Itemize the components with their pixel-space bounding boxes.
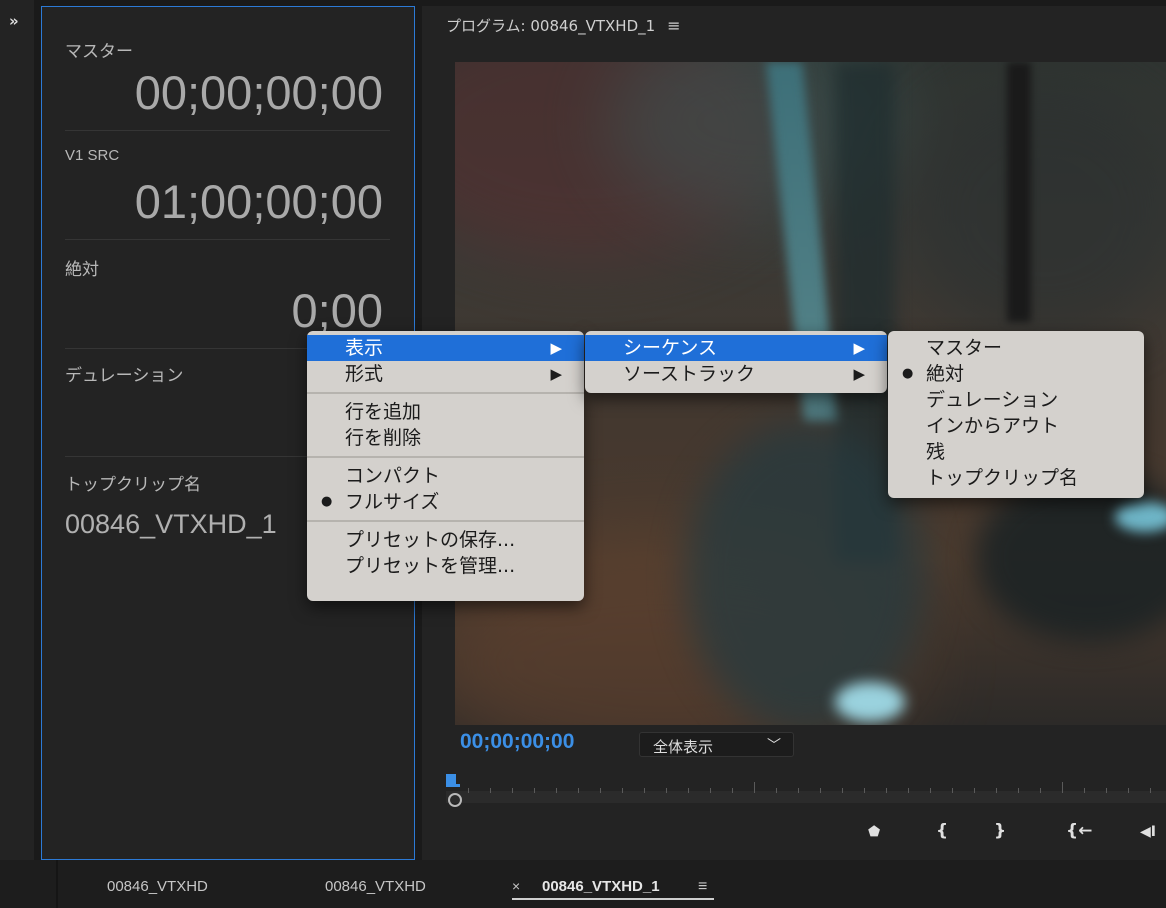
- ruler-track[interactable]: [446, 791, 1166, 803]
- zoom-level-select[interactable]: 全体表示 ﹀: [639, 732, 794, 757]
- playhead-line: [446, 784, 460, 787]
- chevron-down-icon: ﹀: [767, 738, 781, 754]
- menu-item-label: デュレーション: [926, 389, 1059, 411]
- menu-item-save-preset[interactable]: プリセットの保存...: [307, 527, 584, 553]
- menu-item-label: 行を追加: [345, 401, 422, 423]
- tc-divider: [65, 130, 390, 131]
- menu-item-label: インからアウト: [926, 415, 1060, 437]
- menu-item-absolute[interactable]: ● 絶対: [888, 361, 1144, 387]
- left-panel-strip: »: [0, 0, 34, 860]
- menu-item-label: マスター: [926, 337, 1003, 359]
- menu-item-manage-presets[interactable]: プリセットを管理...: [307, 553, 584, 579]
- program-monitor-title[interactable]: プログラム: 00846_VTXHD_1 ≡: [446, 15, 681, 36]
- step-back-icon[interactable]: ◀I: [1140, 824, 1156, 840]
- submenu-arrow-icon: ▶: [550, 365, 562, 383]
- menu-item-delete-row[interactable]: 行を削除: [307, 425, 584, 451]
- display-submenu: シーケンス ▶ ソーストラック ▶: [585, 331, 887, 393]
- submenu-arrow-icon: ▶: [853, 339, 865, 357]
- tc-label-duration: デュレーション: [65, 366, 184, 386]
- menu-item-label: 絶対: [926, 363, 965, 385]
- menu-item-label: 表示: [345, 337, 384, 359]
- tab-sequence-2[interactable]: 00846_VTXHD: [325, 878, 426, 895]
- menu-item-sequence[interactable]: シーケンス ▶: [585, 335, 887, 361]
- menu-item-label: 形式: [345, 363, 384, 385]
- mark-in-icon[interactable]: {: [936, 821, 948, 841]
- tc-value-master: 00;00;00;00: [134, 66, 383, 119]
- menu-item-label: フルサイズ: [345, 491, 440, 513]
- zoom-scroll-knob[interactable]: [448, 793, 462, 807]
- menu-item-label: プリセットの保存...: [345, 529, 516, 551]
- program-title-text: プログラム: 00846_VTXHD_1: [446, 17, 656, 35]
- tc-label-absolute: 絶対: [65, 260, 99, 280]
- menu-item-label: 残: [926, 441, 946, 463]
- expand-panels-icon[interactable]: »: [9, 12, 19, 30]
- menu-item-remaining[interactable]: 残: [888, 439, 1144, 465]
- checked-bullet-icon: ●: [902, 366, 914, 381]
- bottom-tab-bar: 00846_VTXHD 00846_VTXHD × 00846_VTXHD_1 …: [0, 860, 1166, 908]
- panel-menu-icon[interactable]: ≡: [667, 16, 680, 35]
- tc-value-top-clip: 00846_VTXHD_1: [65, 509, 277, 539]
- tc-label-v1-src: V1 SRC: [65, 147, 120, 164]
- tc-divider: [65, 239, 390, 240]
- submenu-arrow-icon: ▶: [550, 339, 562, 357]
- menu-item-master[interactable]: マスター: [888, 335, 1144, 361]
- mark-out-icon[interactable]: }: [994, 821, 1006, 841]
- menu-item-label: トップクリップ名: [926, 467, 1079, 489]
- context-menu: 表示 ▶ 形式 ▶ 行を追加 行を削除 コンパクト ● フルサイズ プリセットの…: [307, 331, 584, 601]
- zoom-level-value: 全体表示: [653, 738, 714, 756]
- program-current-timecode[interactable]: 00;00;00;00: [460, 730, 574, 754]
- menu-item-format[interactable]: 形式 ▶: [307, 361, 584, 387]
- tab-sequence-active[interactable]: 00846_VTXHD_1: [542, 878, 660, 895]
- tc-value-absolute: 0;00: [291, 284, 383, 337]
- tab-sequence-1[interactable]: 00846_VTXHD: [107, 878, 208, 895]
- menu-item-label: コンパクト: [345, 465, 441, 487]
- menu-item-add-row[interactable]: 行を追加: [307, 399, 584, 425]
- tab-divider: [56, 860, 58, 908]
- menu-separator: [307, 392, 584, 394]
- menu-item-duration[interactable]: デュレーション: [888, 387, 1144, 413]
- menu-item-source-track[interactable]: ソーストラック ▶: [585, 361, 887, 387]
- menu-item-label: 行を削除: [345, 427, 422, 449]
- menu-item-full-size[interactable]: ● フルサイズ: [307, 489, 584, 515]
- time-ruler[interactable]: [446, 774, 1166, 807]
- checked-bullet-icon: ●: [321, 494, 333, 509]
- menu-separator: [307, 456, 584, 458]
- tc-label-master: マスター: [65, 42, 133, 62]
- menu-item-label: シーケンス: [623, 337, 718, 359]
- tab-menu-icon[interactable]: ≡: [698, 878, 707, 896]
- menu-item-compact[interactable]: コンパクト: [307, 463, 584, 489]
- tc-label-top-clip: トップクリップ名: [65, 475, 201, 495]
- menu-item-display[interactable]: 表示 ▶: [307, 335, 584, 361]
- menu-item-label: ソーストラック: [623, 363, 756, 385]
- active-tab-underline: [512, 898, 714, 900]
- menu-item-label: プリセットを管理...: [345, 555, 516, 577]
- submenu-arrow-icon: ▶: [853, 365, 865, 383]
- close-icon[interactable]: ×: [512, 878, 520, 894]
- menu-item-top-clip-name[interactable]: トップクリップ名: [888, 465, 1144, 491]
- go-to-in-icon[interactable]: {←: [1066, 821, 1092, 841]
- add-marker-icon[interactable]: ⬟: [868, 824, 880, 840]
- sequence-submenu: マスター ● 絶対 デュレーション インからアウト 残 トップクリップ名: [888, 331, 1144, 498]
- menu-item-in-to-out[interactable]: インからアウト: [888, 413, 1144, 439]
- menu-separator: [307, 520, 584, 522]
- tc-value-v1-src: 01;00;00;00: [134, 175, 383, 228]
